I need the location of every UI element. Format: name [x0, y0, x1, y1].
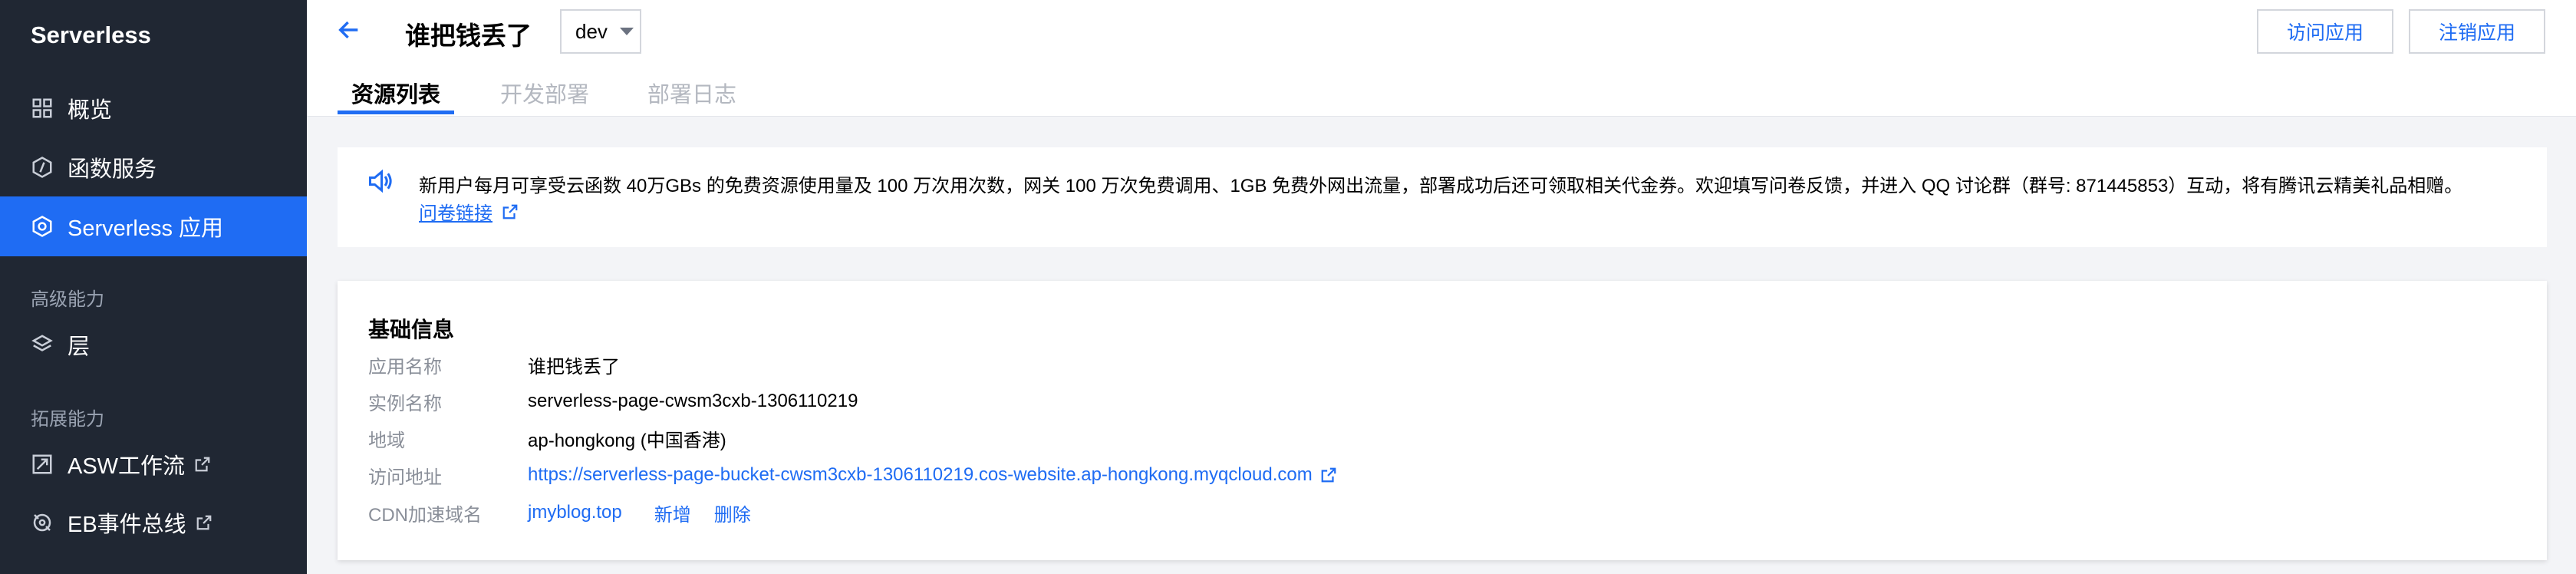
- info-row-region: 地域 ap-hongkong (中国香港): [368, 425, 726, 451]
- sidebar-item-functions[interactable]: 函数服务: [0, 137, 307, 197]
- sidebar-item-asw-workflow[interactable]: ASW工作流: [0, 434, 307, 494]
- sidebar: Serverless 概览 函数服务 Serverless 应用 高级能力 层 …: [0, 0, 307, 574]
- sidebar-section-extension: 拓展能力: [31, 409, 104, 430]
- info-row-instance-name: 实例名称 serverless-page-cwsm3cxb-1306110219: [368, 388, 858, 414]
- access-url-text: https://serverless-page-bucket-cwsm3cxb-…: [528, 464, 1313, 485]
- env-select[interactable]: dev: [560, 9, 641, 54]
- survey-link-label: 问卷链接: [419, 203, 492, 224]
- info-label: 实例名称: [368, 393, 442, 414]
- layers-icon: [31, 333, 54, 356]
- delete-app-button[interactable]: 注销应用: [2409, 9, 2545, 54]
- workflow-icon: [31, 453, 54, 476]
- notice-banner: 新用户每月可享受云函数 40万GBs 的免费资源使用量及 100 万次用次数，网…: [338, 147, 2547, 247]
- info-label: 访问地址: [368, 467, 442, 488]
- info-value: serverless-page-cwsm3cxb-1306110219: [528, 391, 858, 411]
- page-header: 谁把钱丢了 dev 访问应用 注销应用 资源列表 开发部署 部署日志: [307, 0, 2576, 117]
- notice-text: 新用户每月可享受云函数 40万GBs 的免费资源使用量及 100 万次用次数，网…: [419, 176, 2463, 196]
- sidebar-item-label: 层: [68, 335, 91, 359]
- sidebar-item-label: 概览: [68, 98, 113, 123]
- survey-link[interactable]: 问卷链接: [419, 198, 519, 225]
- sidebar-section-advanced: 高级能力: [31, 289, 104, 310]
- info-label: 地域: [368, 430, 405, 451]
- info-label: 应用名称: [368, 356, 442, 378]
- event-bus-icon: [31, 511, 54, 534]
- sidebar-item-layers[interactable]: 层: [0, 315, 307, 374]
- cdn-domain-link[interactable]: jmyblog.top: [528, 502, 622, 523]
- env-select-value: dev: [575, 19, 608, 43]
- info-label: CDN加速域名: [368, 504, 482, 526]
- tab-deploy-logs[interactable]: 部署日志: [647, 77, 736, 109]
- external-link-icon: [196, 514, 212, 531]
- sidebar-item-label: 函数服务: [68, 157, 157, 182]
- speaker-icon: [367, 167, 394, 195]
- delete-domain-button[interactable]: 删除: [714, 500, 751, 526]
- basic-info-card: 基础信息 应用名称 谁把钱丢了 实例名称 serverless-page-cws…: [338, 281, 2547, 560]
- external-link-icon: [502, 204, 518, 219]
- back-arrow-icon[interactable]: [336, 17, 362, 43]
- sidebar-item-serverless-app[interactable]: Serverless 应用: [0, 196, 307, 256]
- info-row-cdn-domain: CDN加速域名 jmyblog.top 新增 删除: [368, 500, 751, 526]
- function-icon: [31, 156, 54, 179]
- info-value: ap-hongkong (中国香港): [528, 430, 726, 451]
- app-icon: [31, 215, 54, 238]
- sidebar-item-eb-event-bus[interactable]: EB事件总线: [0, 493, 307, 553]
- add-domain-button[interactable]: 新增: [654, 500, 691, 526]
- sidebar-item-overview[interactable]: 概览: [0, 78, 307, 138]
- sidebar-brand: Serverless: [31, 21, 151, 48]
- tab-resource-list[interactable]: 资源列表: [351, 77, 440, 109]
- info-row-app-name: 应用名称 谁把钱丢了: [368, 351, 620, 378]
- sidebar-item-label: Serverless 应用: [68, 216, 224, 241]
- grid-icon: [31, 97, 54, 120]
- active-tab-indicator: [338, 111, 454, 114]
- external-link-icon: [194, 456, 211, 473]
- info-value: 谁把钱丢了: [528, 356, 620, 378]
- sidebar-item-label: EB事件总线: [68, 513, 186, 537]
- chevron-down-icon: [619, 28, 634, 35]
- page-title: 谁把钱丢了: [405, 21, 532, 50]
- card-title: 基础信息: [368, 318, 455, 341]
- info-row-access-url: 访问地址 https://serverless-page-bucket-cwsm…: [368, 462, 1337, 488]
- sidebar-item-label: ASW工作流: [68, 454, 186, 479]
- tab-dev-deploy[interactable]: 开发部署: [500, 77, 589, 109]
- external-link-icon: [1321, 467, 1336, 483]
- visit-app-button[interactable]: 访问应用: [2257, 9, 2393, 54]
- access-url-link[interactable]: https://serverless-page-bucket-cwsm3cxb-…: [528, 464, 1337, 486]
